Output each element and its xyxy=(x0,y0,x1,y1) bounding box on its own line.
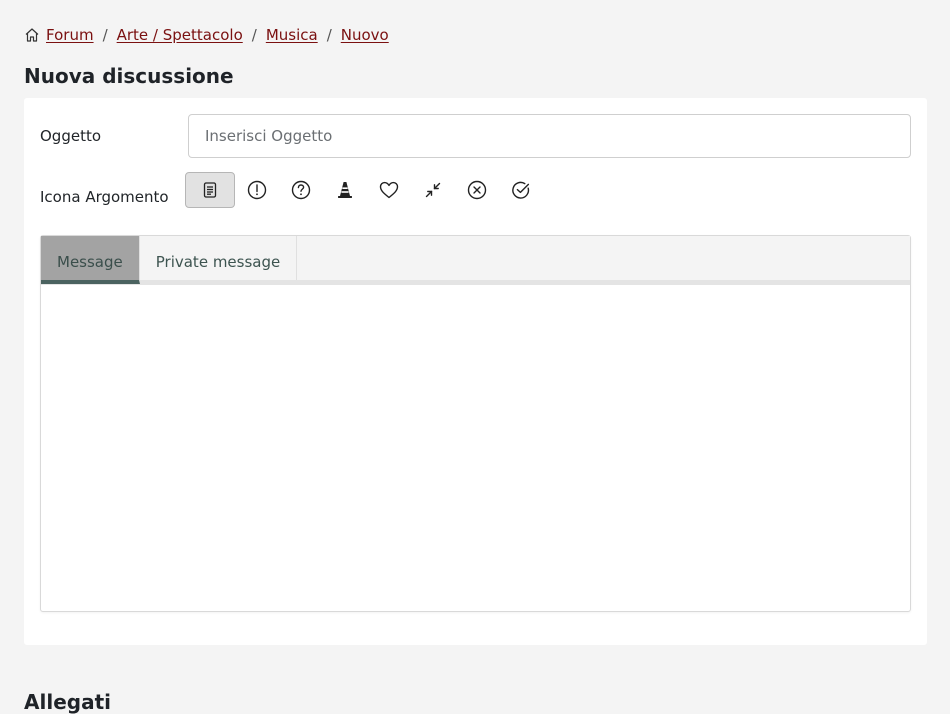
subject-label: Oggetto xyxy=(40,127,102,145)
topic-icon-picker xyxy=(185,172,543,208)
topic-icon-question[interactable] xyxy=(279,172,323,208)
breadcrumb-link-arte-spettacolo[interactable]: Arte / Spettacolo xyxy=(117,26,243,44)
topic-icon-document[interactable] xyxy=(185,172,235,208)
breadcrumb-separator: / xyxy=(326,26,332,44)
heart-icon xyxy=(378,180,400,200)
message-textarea[interactable] xyxy=(41,285,910,611)
topic-icon-check-circle[interactable] xyxy=(499,172,543,208)
cone-icon xyxy=(335,180,355,200)
topic-icon-label: Icona Argomento xyxy=(40,188,169,206)
tab-message[interactable]: Message xyxy=(41,236,140,284)
breadcrumb: Forum / Arte / Spettacolo / Musica / Nuo… xyxy=(24,24,389,46)
x-circle-icon xyxy=(467,180,487,200)
attachments-heading: Allegati xyxy=(24,690,111,714)
home-icon xyxy=(24,27,40,43)
breadcrumb-separator: / xyxy=(102,26,108,44)
question-icon xyxy=(291,180,311,200)
subject-input[interactable] xyxy=(188,114,911,158)
breadcrumb-separator: / xyxy=(251,26,257,44)
document-icon xyxy=(201,181,219,199)
exclamation-icon xyxy=(247,180,267,200)
topic-icon-x-circle[interactable] xyxy=(455,172,499,208)
collapse-icon xyxy=(424,181,442,199)
tab-private-message[interactable]: Private message xyxy=(140,236,298,280)
topic-icon-exclamation[interactable] xyxy=(235,172,279,208)
message-editor: Message Private message xyxy=(40,235,911,612)
topic-icon-cone[interactable] xyxy=(323,172,367,208)
new-topic-form: Oggetto Icona Argomento xyxy=(24,98,927,645)
topic-icon-heart[interactable] xyxy=(367,172,411,208)
editor-tabs: Message Private message xyxy=(41,236,910,285)
check-circle-icon xyxy=(511,180,531,200)
page-title: Nuova discussione xyxy=(24,64,234,88)
breadcrumb-link-musica[interactable]: Musica xyxy=(266,26,318,44)
topic-icon-collapse[interactable] xyxy=(411,172,455,208)
breadcrumb-link-nuovo[interactable]: Nuovo xyxy=(341,26,389,44)
breadcrumb-link-forum[interactable]: Forum xyxy=(46,26,94,44)
